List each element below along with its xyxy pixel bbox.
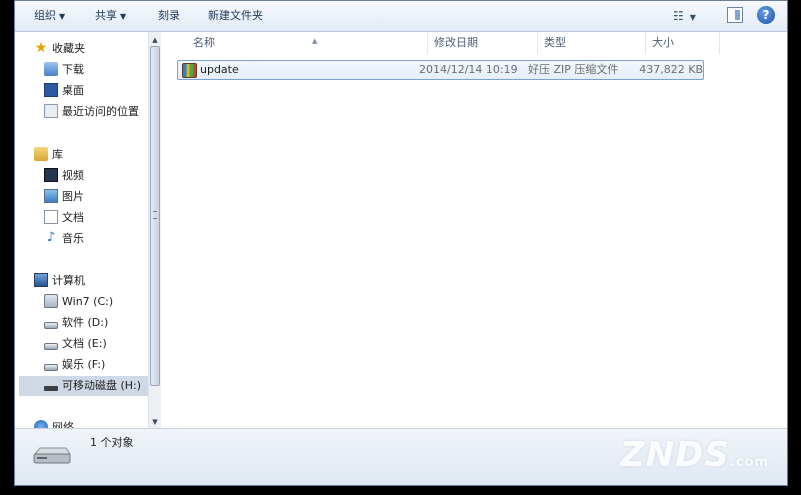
nav-item-label: 下载: [62, 63, 84, 76]
downloads-icon: [44, 62, 58, 76]
nav-computer[interactable]: 计算机: [34, 271, 85, 291]
usb-drive-icon: [44, 385, 58, 391]
music-icon: ♪: [46, 230, 56, 245]
nav-libraries[interactable]: 库: [34, 145, 63, 165]
column-header-label: 类型: [544, 36, 566, 49]
organize-label: 组织: [34, 9, 56, 22]
video-icon: [44, 168, 58, 182]
removable-drive-icon: [33, 447, 71, 464]
nav-item-drive-c[interactable]: Win7 (C:): [44, 292, 113, 312]
column-header-label: 名称: [193, 36, 215, 49]
picture-icon: [44, 189, 58, 203]
nav-item-label: 音乐: [62, 232, 84, 245]
new-folder-button[interactable]: 新建文件夹: [205, 8, 266, 24]
nav-item-label: 文档: [62, 211, 84, 224]
file-modified: 2014/12/14 10:19: [419, 63, 518, 76]
nav-item-pictures[interactable]: 图片: [44, 187, 84, 207]
nav-item-downloads[interactable]: 下载: [44, 60, 84, 80]
scroll-down-icon[interactable]: ▼: [149, 416, 161, 428]
view-details-icon: ☷: [673, 9, 684, 23]
computer-icon: [34, 273, 48, 287]
libraries-icon: [34, 147, 48, 161]
nav-item-label: 视频: [62, 169, 84, 182]
share-label: 共享: [95, 9, 117, 22]
drive-icon: [44, 342, 58, 350]
organize-button[interactable]: 组织 ▼: [31, 8, 68, 24]
zip-archive-icon: [182, 63, 197, 78]
znds-watermark: ZNDS.com: [620, 435, 769, 475]
nav-item-label: Win7 (C:): [62, 295, 114, 308]
file-name: update: [200, 63, 239, 76]
system-drive-icon: [44, 294, 58, 308]
grip-icon: [153, 211, 157, 219]
nav-computer-label: 计算机: [52, 274, 85, 287]
nav-item-label: 桌面: [62, 84, 84, 97]
details-pane: 1 个对象 ZNDS.com: [15, 428, 787, 485]
nav-item-desktop[interactable]: 桌面: [44, 81, 84, 101]
drive-icon: [44, 321, 58, 329]
explorer-window: 组织 ▼ 共享 ▼ 刻录 新建文件夹 ☷ ▼ ? ★ 收藏夹 下载 桌面 最近访问的位置…: [14, 0, 788, 486]
organize-dropdown-icon: ▼: [59, 12, 66, 21]
nav-item-drive-f[interactable]: 娱乐 (F:): [44, 355, 105, 375]
navigation-pane: ★ 收藏夹 下载 桌面 最近访问的位置 库 视频 图片 文档 ♪ 音乐 计算机 Wi…: [15, 32, 148, 430]
scrollbar-thumb[interactable]: [150, 46, 160, 386]
nav-item-label: 可移动磁盘 (H:): [62, 379, 142, 392]
share-button[interactable]: 共享 ▼: [92, 8, 129, 24]
status-object-count: 1 个对象: [90, 436, 134, 449]
nav-item-drive-e[interactable]: 文档 (E:): [44, 334, 107, 354]
nav-libraries-label: 库: [52, 148, 63, 161]
nav-item-label: 图片: [62, 190, 84, 203]
nav-item-drive-d[interactable]: 软件 (D:): [44, 313, 108, 333]
column-header-label: 大小: [652, 36, 674, 49]
nav-item-drive-h[interactable]: 可移动磁盘 (H:): [19, 376, 148, 396]
help-button[interactable]: ?: [757, 6, 775, 24]
nav-item-music[interactable]: ♪ 音乐: [44, 229, 84, 249]
nav-favorites[interactable]: ★ 收藏夹: [34, 39, 85, 59]
view-dropdown-icon: ▼: [689, 13, 696, 22]
nav-item-label: 软件 (D:): [62, 316, 109, 329]
nav-item-label: 最近访问的位置: [62, 105, 139, 118]
command-bar: 组织 ▼ 共享 ▼ 刻录 新建文件夹 ☷ ▼ ?: [15, 1, 787, 32]
change-view-button[interactable]: ☷ ▼: [673, 8, 703, 24]
preview-pane-button[interactable]: [727, 7, 743, 23]
file-list: 名称 ▲ 修改日期 类型 大小 update 2014/12/14 10:19 好…: [162, 32, 787, 430]
nav-item-recent-places[interactable]: 最近访问的位置: [44, 102, 139, 122]
document-icon: [44, 210, 58, 224]
column-header-name[interactable]: 名称 ▲: [187, 32, 428, 54]
file-type: 好压 ZIP 压缩文件: [528, 63, 619, 76]
drive-icon: [44, 363, 58, 371]
nav-item-label: 娱乐 (F:): [62, 358, 106, 371]
nav-item-documents[interactable]: 文档: [44, 208, 84, 228]
recent-places-icon: [44, 104, 58, 118]
column-header-type[interactable]: 类型: [538, 32, 646, 54]
navigation-scrollbar[interactable]: ▲ ▼: [148, 32, 161, 430]
nav-favorites-label: 收藏夹: [52, 42, 85, 55]
share-dropdown-icon: ▼: [120, 12, 127, 21]
file-size: 437,822 KB: [639, 63, 703, 76]
file-row-update[interactable]: update 2014/12/14 10:19 好压 ZIP 压缩文件 437,…: [177, 60, 704, 80]
column-header-label: 修改日期: [434, 36, 478, 49]
nav-item-videos[interactable]: 视频: [44, 166, 84, 186]
scroll-up-icon[interactable]: ▲: [149, 34, 161, 46]
nav-item-label: 文档 (E:): [62, 337, 107, 350]
desktop-icon: [44, 83, 58, 97]
sort-ascending-icon: ▲: [312, 37, 318, 45]
column-header-size[interactable]: 大小: [646, 32, 720, 54]
column-header-modified[interactable]: 修改日期: [428, 32, 538, 54]
favorites-star-icon: ★: [34, 40, 48, 56]
burn-button[interactable]: 刻录: [155, 8, 183, 24]
